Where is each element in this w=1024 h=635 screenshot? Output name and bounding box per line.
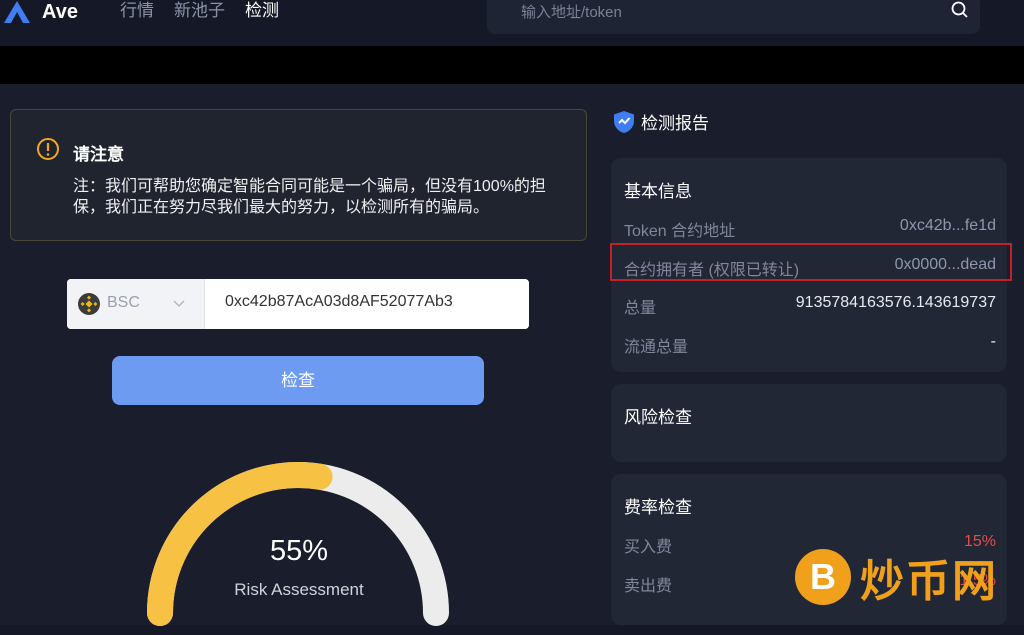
fee-key: 卖出费 xyxy=(624,578,673,595)
ave-logo-icon xyxy=(4,1,30,23)
top-bar: Ave 行情 新池子 检测 输入地址/token xyxy=(0,0,1024,46)
contract-address-input[interactable]: 0xc42b87AcA03d8AF52077Ab3 xyxy=(225,293,515,311)
info-key: Token 合约地址 xyxy=(624,223,736,240)
watermark: B 炒币网 xyxy=(794,545,998,609)
bitcoin-icon: B xyxy=(795,549,851,605)
report-title: 检测报告 xyxy=(641,114,709,133)
risk-assessment-label: Risk Assessment xyxy=(234,580,364,599)
notice-title: 请注意 xyxy=(73,145,124,164)
info-value: - xyxy=(990,333,996,350)
risk-percent: 55% xyxy=(269,535,329,567)
main-nav: 行情 新池子 检测 xyxy=(120,0,279,22)
shield-icon xyxy=(614,110,634,133)
check-button[interactable]: 检查 xyxy=(112,356,484,405)
watermark-text: 炒币网 xyxy=(860,557,998,606)
bnb-chain-icon xyxy=(78,293,100,315)
report-header: 检测报告 xyxy=(613,109,709,134)
notice-box: 请注意 注：我们可帮助您确定智能合同可能是一个骗局，但没有100%的担保，我们正… xyxy=(10,109,587,241)
chain-select-label: BSC xyxy=(107,294,140,311)
banner-strip xyxy=(0,46,1024,84)
info-key: 流通总量 xyxy=(624,339,689,356)
warning-icon xyxy=(37,138,59,160)
search-input[interactable]: 输入地址/token xyxy=(487,0,980,34)
info-key: 总量 xyxy=(624,300,657,317)
logo[interactable]: Ave xyxy=(0,0,78,24)
fee-check-title: 费率检查 xyxy=(624,498,692,517)
search-placeholder: 输入地址/token xyxy=(521,4,622,21)
nav-item-detect[interactable]: 检测 xyxy=(245,0,279,22)
info-value: 9135784163576.143619737 xyxy=(795,294,996,311)
notice-body: 注：我们可帮助您确定智能合同可能是一个骗局，但没有100%的担保，我们正在努力尽… xyxy=(73,178,546,216)
token-address-link[interactable]: 0xc42b...fe1d xyxy=(900,217,996,235)
contract-address-form: BSC 0xc42b87AcA03d8AF52077Ab3 xyxy=(67,279,529,329)
chain-select[interactable]: BSC xyxy=(67,279,205,329)
nav-item-new-pools[interactable]: 新池子 xyxy=(174,0,225,22)
fee-key: 买入费 xyxy=(624,539,673,556)
risk-check-title: 风险检查 xyxy=(624,408,692,427)
svg-text:B: B xyxy=(810,556,836,597)
search-icon[interactable] xyxy=(950,0,970,20)
risk-check-card: 风险检查 xyxy=(611,384,1007,462)
chevron-down-icon xyxy=(173,300,185,308)
logo-text: Ave xyxy=(42,0,78,23)
owner-row-highlight xyxy=(610,243,1012,281)
nav-item-market[interactable]: 行情 xyxy=(120,0,154,22)
basic-info-title: 基本信息 xyxy=(624,182,692,201)
